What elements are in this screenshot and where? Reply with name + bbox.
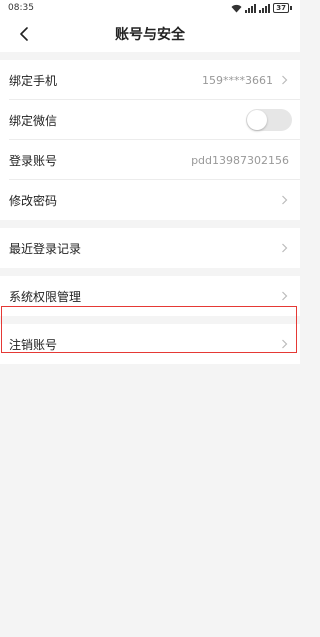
chevron-right-icon [279, 195, 289, 205]
wifi-icon [231, 4, 242, 12]
chevron-right-icon [279, 291, 289, 301]
recent-login-row[interactable]: 最近登录记录 [0, 228, 300, 268]
bind-phone-label: 绑定手机 [9, 73, 58, 88]
chevron-right-icon [279, 243, 289, 253]
chevron-right-icon [279, 339, 289, 349]
signal-icon [245, 3, 257, 13]
login-account-label: 登录账号 [9, 153, 58, 168]
change-password-row[interactable]: 修改密码 [0, 180, 300, 220]
cancel-account-group: 注销账号 [0, 324, 300, 364]
chevron-left-icon [20, 27, 28, 41]
toggle-knob [247, 110, 267, 130]
permissions-row[interactable]: 系统权限管理 [0, 276, 300, 316]
login-account-row: 登录账号 pdd13987302156 [0, 140, 300, 180]
back-button[interactable] [10, 20, 38, 48]
bind-wechat-label: 绑定微信 [9, 113, 58, 128]
login-records-group: 最近登录记录 [0, 228, 300, 268]
page-title: 账号与安全 [115, 27, 185, 43]
account-binding-group: 绑定手机 159****3661 绑定微信 登录账号 pdd1398730215… [0, 60, 300, 220]
recent-login-label: 最近登录记录 [9, 241, 82, 256]
battery-icon: 37 [273, 3, 292, 13]
status-time: 08:35 [8, 3, 34, 13]
chevron-right-icon [279, 75, 289, 85]
bind-wechat-row: 绑定微信 [0, 100, 300, 140]
bind-wechat-toggle[interactable] [246, 109, 292, 131]
bind-phone-value: 159****3661 [202, 73, 273, 87]
nav-bar: 账号与安全 [0, 16, 300, 52]
bind-phone-row[interactable]: 绑定手机 159****3661 [0, 60, 300, 100]
cancel-account-row[interactable]: 注销账号 [0, 324, 300, 364]
login-account-value: pdd13987302156 [191, 153, 289, 167]
status-icons: 37 [231, 3, 292, 13]
battery-level: 37 [273, 3, 289, 13]
permissions-group: 系统权限管理 [0, 276, 300, 316]
permissions-label: 系统权限管理 [9, 289, 82, 304]
change-password-label: 修改密码 [9, 193, 58, 208]
cancel-account-label: 注销账号 [9, 337, 58, 352]
status-bar: 08:35 37 [0, 0, 300, 16]
signal-icon [259, 3, 271, 13]
